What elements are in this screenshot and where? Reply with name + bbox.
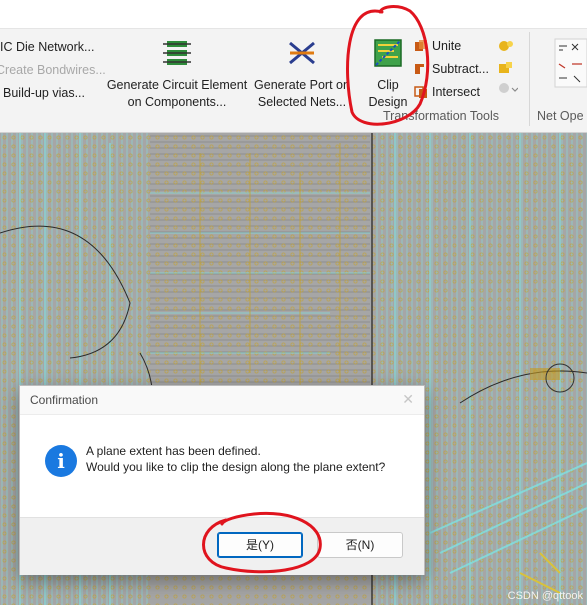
dialog-footer: 是(Y) 否(N) (20, 517, 424, 575)
build-up-vias-button[interactable]: Build-up vias... (3, 86, 85, 100)
net-operations-label: Net Ope (537, 109, 584, 123)
dialog-title-bar: Confirmation ✕ (20, 386, 424, 415)
watermark: CSDN @qttook (507, 590, 583, 602)
dialog-message-line-2: Would you like to clip the design along … (86, 460, 386, 474)
clip-design-icon (374, 39, 402, 67)
close-icon[interactable]: ✕ (402, 391, 414, 408)
dialog-title: Confirmation (30, 393, 99, 407)
dialog-message-line-1: A plane extent has been defined. (86, 444, 261, 458)
dialog-body: i A plane extent has been defined. Would… (20, 415, 424, 517)
generate-port-button[interactable]: Generate Port on Selected Nets... (251, 37, 353, 111)
info-icon: i (45, 445, 77, 477)
group-separator (529, 32, 530, 126)
circuit-element-icon (163, 41, 191, 65)
unite-label: Unite (432, 39, 462, 53)
subtract-button[interactable]: Subtract... (414, 62, 489, 76)
intersect-label: Intersect (432, 85, 480, 99)
unite-button[interactable]: Unite (414, 39, 461, 53)
port-icon (289, 41, 315, 65)
net-operations-icons[interactable] (554, 38, 587, 88)
ribbon-tab-strip (0, 0, 587, 29)
subtract-label: Subtract... (432, 62, 489, 76)
create-bondwires-button[interactable]: Create Bondwires... (0, 63, 106, 77)
ribbon-toolbar: IC Die Network... Create Bondwires... Bu… (0, 0, 587, 133)
extra-tools-icons[interactable] (496, 38, 518, 100)
intersect-button[interactable]: Intersect (414, 85, 480, 99)
generate-circuit-element-button[interactable]: Generate Circuit Element on Components..… (104, 37, 250, 111)
intersect-icon (414, 86, 427, 98)
yes-button[interactable]: 是(Y) (217, 532, 303, 558)
clip-design-button[interactable]: Clip Design (364, 37, 412, 111)
subtract-icon (415, 64, 427, 75)
no-button[interactable]: 否(N) (317, 532, 403, 558)
transformation-tools-label: Transformation Tools (383, 109, 500, 123)
ic-die-network-button[interactable]: IC Die Network... (0, 40, 94, 54)
unite-icon (415, 40, 427, 51)
confirmation-dialog: Confirmation ✕ i A plane extent has been… (19, 385, 425, 575)
